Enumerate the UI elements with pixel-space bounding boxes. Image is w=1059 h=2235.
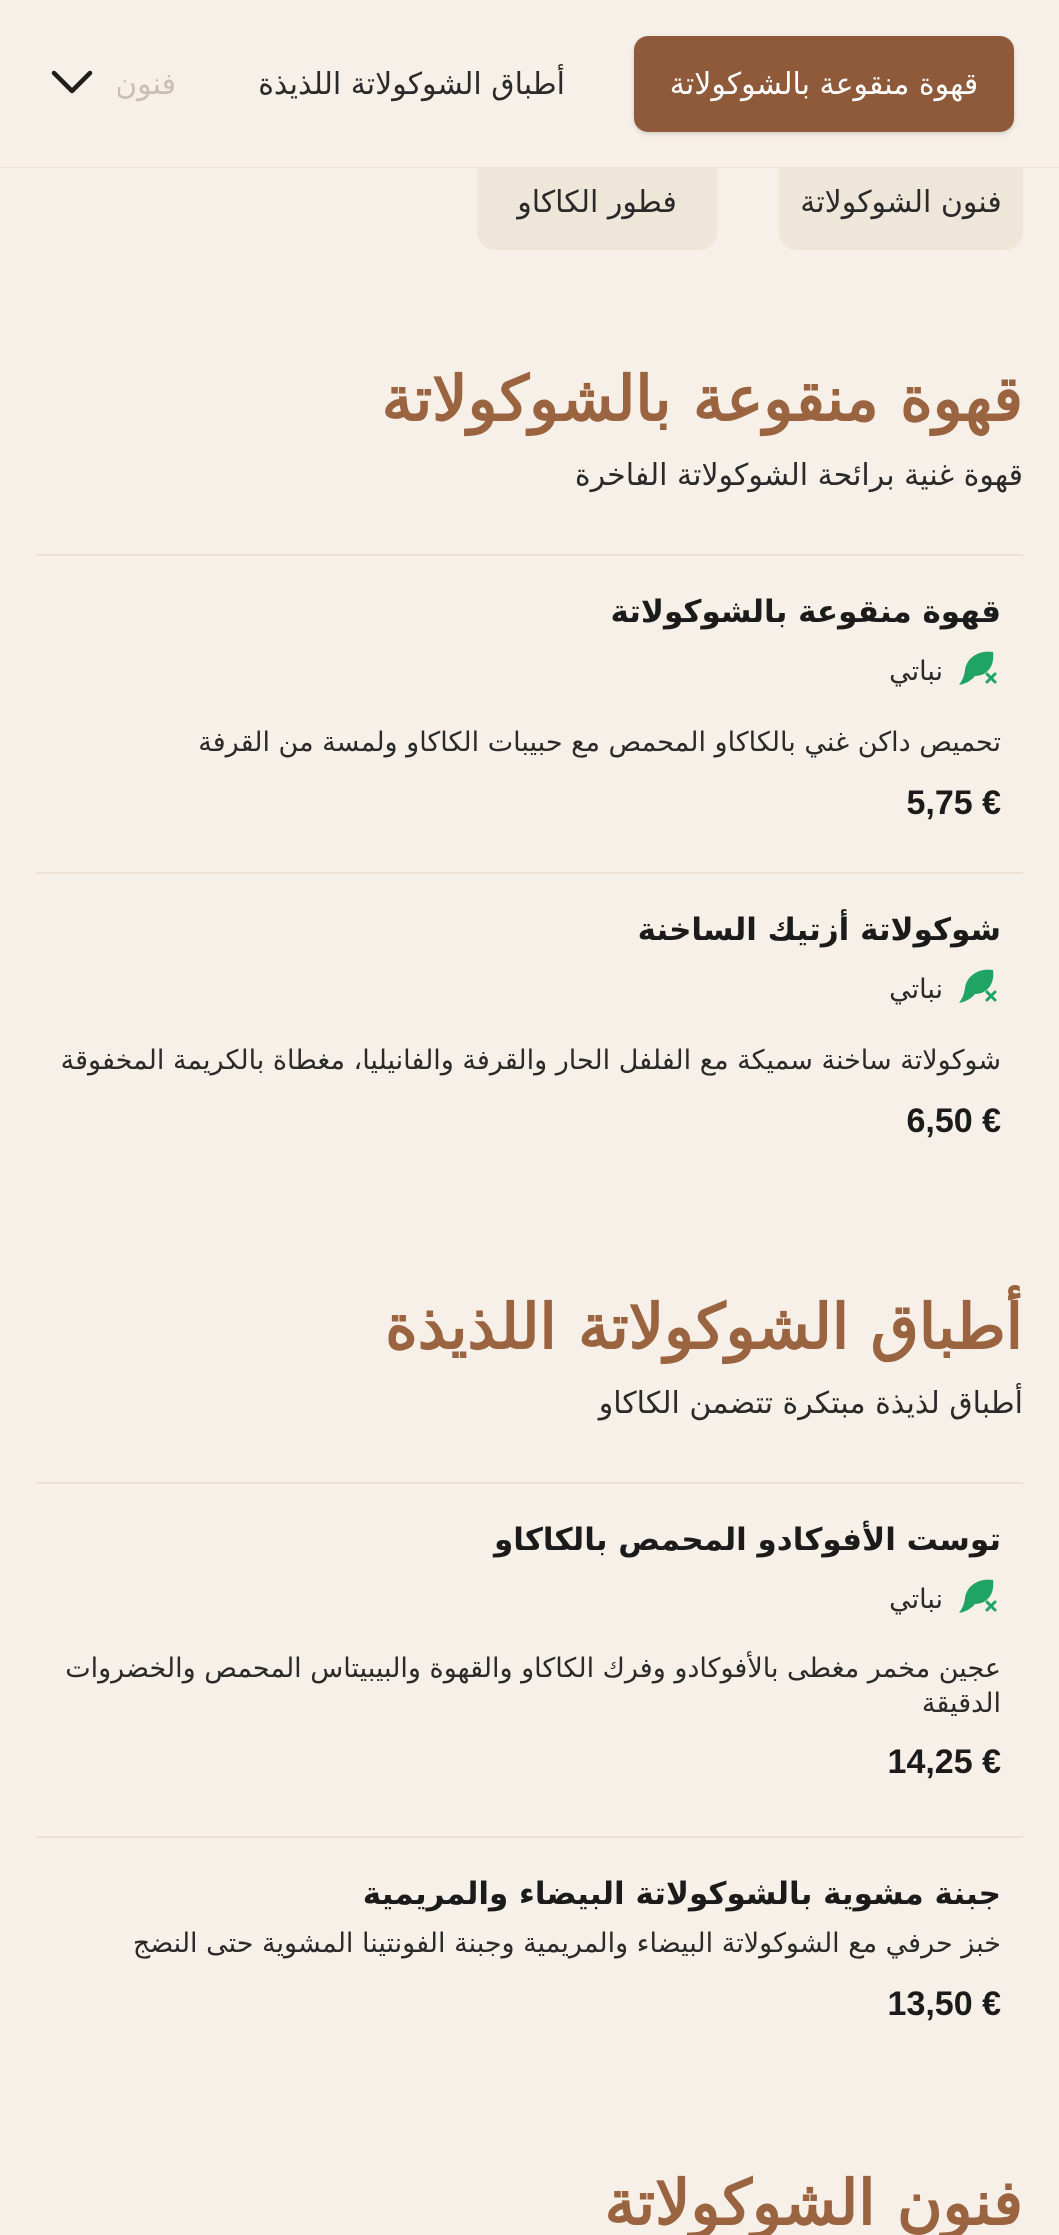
category-nav: قهوة منقوعة بالشوكولاتة أطباق الشوكولاتة… xyxy=(0,0,1059,168)
divider xyxy=(36,1482,1023,1484)
diet-badge: نباتي xyxy=(58,648,1001,695)
diet-label: نباتي xyxy=(889,974,943,1005)
divider xyxy=(36,554,1023,556)
item-name: قهوة منقوعة بالشوكولاتة xyxy=(610,594,1001,630)
menu-item[interactable]: قهوة منقوعة بالشوكولاتة نباتي تحميص داكن… xyxy=(58,594,1001,823)
item-price: 6,50 € xyxy=(906,1102,1001,1141)
item-description: خبز حرفي مع الشوكولاتة البيضاء والمريمية… xyxy=(132,1928,1001,1959)
menu-item[interactable]: جبنة مشوية بالشوكولاتة البيضاء والمريمية… xyxy=(58,1876,1001,2024)
vegan-leaf-icon xyxy=(957,648,1001,695)
tab-label: فنون xyxy=(118,66,176,102)
tab-chocolate-coffee[interactable]: قهوة منقوعة بالشوكولاتة xyxy=(634,36,1014,132)
item-description: شوكولاتة ساخنة سميكة مع الفلفل الحار وال… xyxy=(60,1045,1001,1076)
item-price: 14,25 € xyxy=(887,1743,1001,1782)
item-name: جبنة مشوية بالشوكولاتة البيضاء والمريمية xyxy=(362,1876,1001,1912)
tab-label: أطباق الشوكولاتة اللذيذة xyxy=(258,66,565,102)
item-price: 5,75 € xyxy=(906,784,1001,823)
tab-chocolate-dishes[interactable]: أطباق الشوكولاتة اللذيذة xyxy=(258,54,565,114)
item-description: تحميص داكن غني بالكاكاو المحمص مع حبيبات… xyxy=(198,727,1001,758)
item-name: شوكولاتة أزتيك الساخنة xyxy=(637,912,1001,948)
divider xyxy=(36,872,1023,874)
menu-item[interactable]: شوكولاتة أزتيك الساخنة نباتي شوكولاتة سا… xyxy=(58,912,1001,1141)
section-title: فنون الشوكولاتة xyxy=(604,2166,1023,2235)
item-price: 13,50 € xyxy=(887,1985,1001,2024)
section-title: أطباق الشوكولاتة اللذيذة xyxy=(385,1290,1023,1363)
item-description: عجين مخمر مغطى بالأفوكادو وفرك الكاكاو و… xyxy=(65,1653,1001,1720)
section-title: قهوة منقوعة بالشوكولاتة xyxy=(381,362,1023,435)
menu-item[interactable]: توست الأفوكادو المحمص بالكاكاو نباتي عجي… xyxy=(58,1522,1001,1782)
diet-badge: نباتي xyxy=(58,1576,1001,1623)
chevron-down-icon[interactable] xyxy=(44,54,100,110)
chip-label: فطور الكاكاو xyxy=(517,185,677,220)
section-subtitle: أطباق لذيذة مبتكرة تتضمن الكاكاو xyxy=(598,1386,1023,1421)
tab-chocolate-arts[interactable]: فنون xyxy=(118,54,176,114)
tab-label: قهوة منقوعة بالشوكولاتة xyxy=(669,66,979,102)
vegan-leaf-icon xyxy=(957,1576,1001,1623)
section-subtitle: قهوة غنية برائحة الشوكولاتة الفاخرة xyxy=(574,458,1023,493)
chip-label: فنون الشوكولاتة xyxy=(800,185,1002,220)
menu-page: فنون الشوكولاتة فطور الكاكاو قهوة منقوعة… xyxy=(0,0,1059,2235)
diet-label: نباتي xyxy=(889,656,943,687)
diet-label: نباتي xyxy=(889,1584,943,1615)
item-name: توست الأفوكادو المحمص بالكاكاو xyxy=(493,1522,1001,1558)
divider xyxy=(36,1836,1023,1838)
vegan-leaf-icon xyxy=(957,966,1001,1013)
diet-badge: نباتي xyxy=(58,966,1001,1013)
